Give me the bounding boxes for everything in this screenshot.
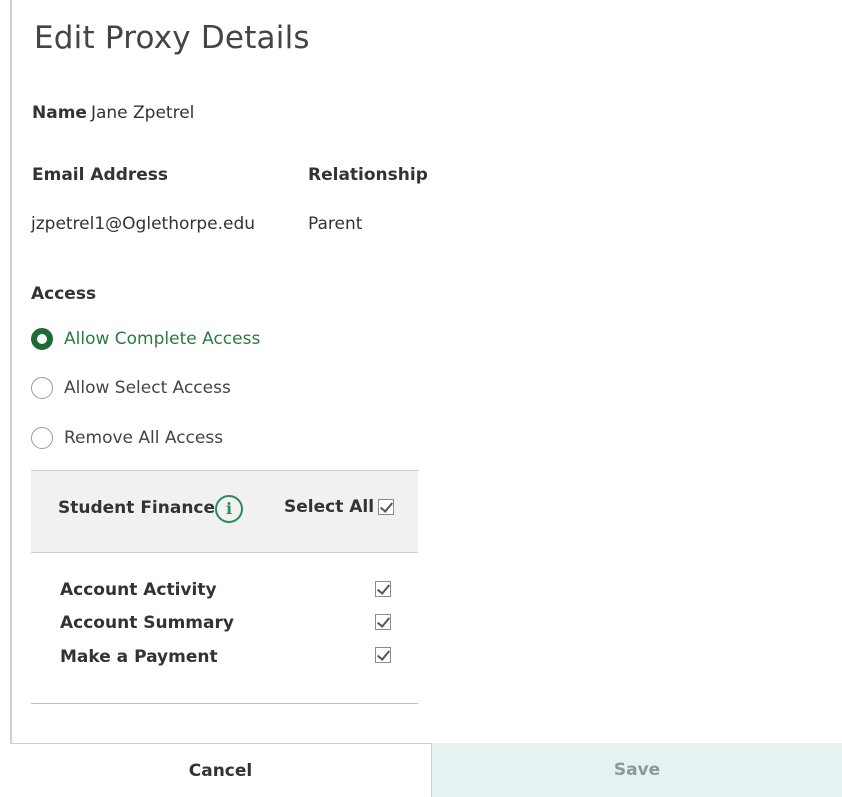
access-label: Access: [31, 284, 97, 304]
select-all-checkbox[interactable]: [378, 499, 395, 515]
permission-item-make-a-payment: Make a Payment: [60, 647, 218, 667]
section-title: Student Finance: [58, 498, 216, 518]
select-all-toggle[interactable]: Select All: [284, 497, 395, 517]
radio-button-selected[interactable]: [31, 328, 53, 350]
radio-label: Allow Complete Access: [64, 329, 261, 349]
name-value: Jane Zpetrel: [90, 103, 195, 123]
select-all-label: Select All: [284, 497, 375, 517]
radio-button[interactable]: [31, 377, 53, 399]
dialog-title: Edit Proxy Details: [34, 20, 310, 56]
name-label: Name: [32, 103, 87, 123]
radio-button[interactable]: [31, 427, 53, 449]
name-row: Name Jane Zpetrel: [32, 103, 194, 123]
radio-label: Allow Select Access: [64, 378, 231, 398]
permission-item-account-activity: Account Activity: [60, 580, 217, 600]
cancel-button[interactable]: Cancel: [10, 743, 432, 797]
relationship-value: Parent: [308, 214, 363, 234]
radio-label: Remove All Access: [64, 428, 224, 448]
radio-allow-complete-access[interactable]: Allow Complete Access: [31, 328, 260, 350]
dialog-footer: Cancel Save: [10, 743, 842, 797]
permission-item-account-summary: Account Summary: [60, 613, 234, 633]
divider: [31, 703, 418, 704]
checkbox-account-summary[interactable]: [375, 614, 391, 630]
relationship-label: Relationship: [308, 165, 428, 185]
checkbox-account-activity[interactable]: [375, 581, 391, 597]
email-label: Email Address: [32, 165, 169, 185]
email-value: jzpetrel1@Oglethorpe.edu: [31, 214, 256, 234]
info-icon[interactable]: i: [215, 495, 243, 523]
save-button[interactable]: Save: [432, 743, 842, 797]
checkbox-make-a-payment[interactable]: [375, 647, 391, 663]
left-border: [10, 0, 12, 745]
student-finance-header: Student Finance i Select All: [31, 470, 418, 553]
radio-allow-select-access[interactable]: Allow Select Access: [31, 377, 231, 399]
radio-remove-all-access[interactable]: Remove All Access: [31, 427, 223, 449]
